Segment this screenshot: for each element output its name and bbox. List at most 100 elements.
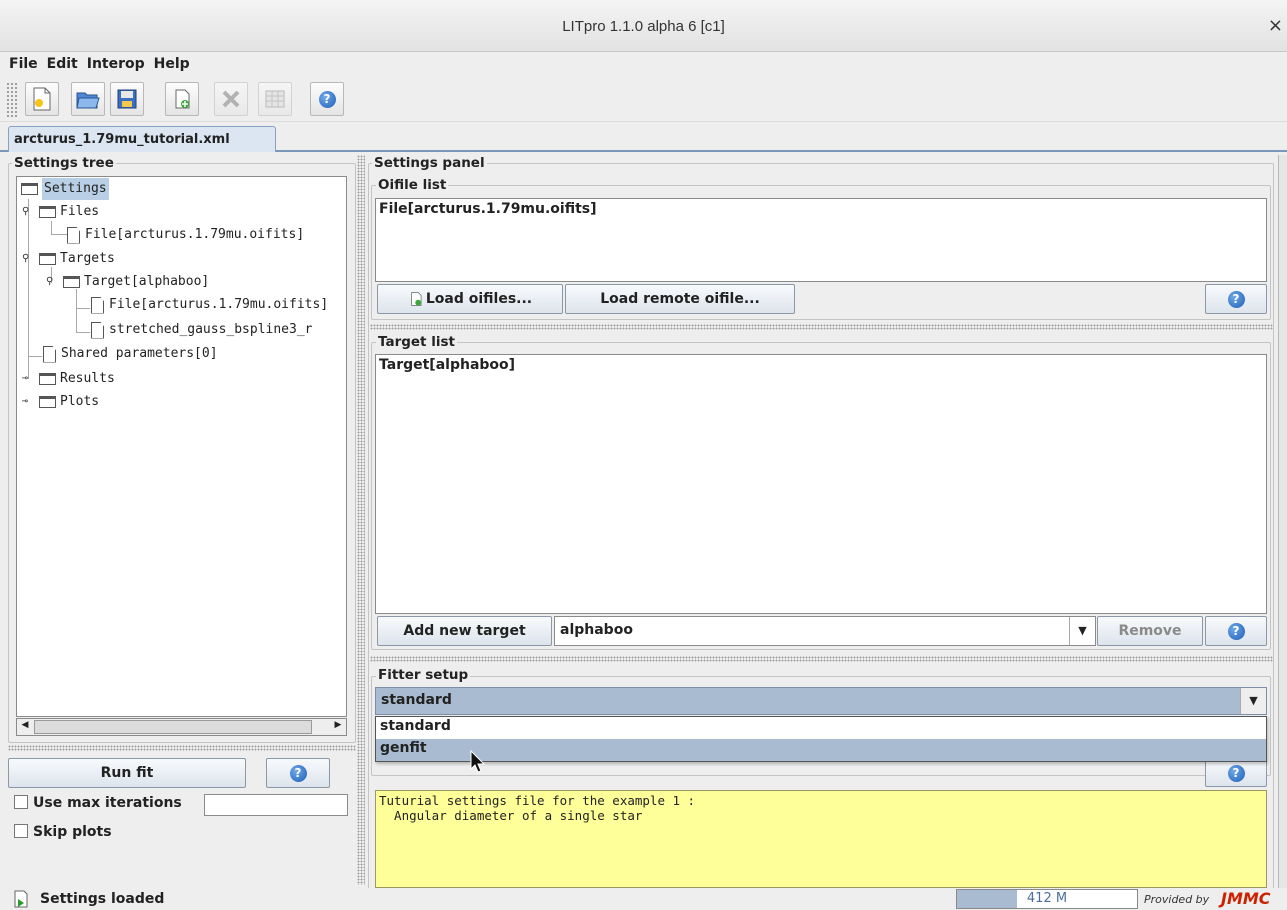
tree-label-model: stretched_gauss_bspline3_r: [109, 322, 313, 337]
menu-edit[interactable]: Edit: [43, 52, 83, 72]
use-max-iterations-row: Use max iterations: [14, 795, 182, 811]
window-titlebar: LITpro 1.1.0 alpha 6 [c1] ×: [0, 0, 1287, 52]
save-icon: [117, 89, 137, 109]
collapsed-handle-icon[interactable]: ⊸: [22, 374, 28, 384]
scroll-thumb[interactable]: [34, 720, 312, 734]
expanded-handle-icon[interactable]: ⚲: [22, 254, 29, 264]
folder-icon: [63, 276, 80, 288]
use-max-iterations-label: Use max iterations: [33, 795, 182, 811]
run-fit-help-button[interactable]: ?: [266, 758, 330, 788]
oifile-list[interactable]: File[arcturus.1.79mu.oifits]: [375, 198, 1267, 282]
memory-value: 412 M: [1026, 891, 1068, 906]
jmmc-logo[interactable]: JMMC: [1221, 889, 1271, 908]
load-oifiles-label: Load oifiles...: [425, 291, 533, 307]
fitter-help-button[interactable]: ?: [1205, 759, 1267, 787]
document-tab-strip: arcturus_1.79mu_tutorial.xml: [0, 122, 1287, 152]
tree-node-targets[interactable]: Targets: [39, 248, 115, 270]
tree-node-plots[interactable]: Plots: [39, 391, 99, 413]
run-fit-button[interactable]: Run fit: [8, 758, 246, 788]
splitter[interactable]: [8, 745, 356, 751]
folder-icon: [39, 253, 56, 265]
save-button[interactable]: [110, 82, 144, 116]
tree-label-shared: Shared parameters[0]: [61, 346, 218, 361]
scroll-left-icon[interactable]: ◀: [18, 720, 32, 734]
target-list-item[interactable]: Target[alphaboo]: [379, 357, 1263, 373]
add-new-target-button[interactable]: Add new target: [377, 616, 552, 646]
target-list[interactable]: Target[alphaboo]: [375, 354, 1267, 614]
tab-document[interactable]: arcturus_1.79mu_tutorial.xml: [8, 126, 276, 152]
scroll-right-icon[interactable]: ▶: [331, 720, 345, 734]
document-icon: [67, 226, 80, 244]
settings-tree-title: Settings tree: [12, 155, 116, 171]
status-message: Settings loaded: [40, 891, 165, 907]
folder-icon: [39, 373, 56, 385]
memory-bar[interactable]: 412 M: [956, 889, 1138, 909]
delete-button[interactable]: [214, 82, 248, 116]
tree-label-settings: Settings: [42, 178, 109, 200]
status-log-icon[interactable]: [12, 890, 30, 908]
fitter-combo[interactable]: standard ▼: [375, 687, 1267, 715]
window-title: LITpro 1.1.0 alpha 6 [c1]: [562, 18, 725, 35]
load-oifiles-button[interactable]: Load oifiles...: [377, 284, 563, 314]
settings-tree[interactable]: Settings ⚲ Files File[arcturus.1.79mu.oi…: [16, 176, 347, 717]
menu-file[interactable]: File: [0, 52, 43, 72]
skip-plots-checkbox[interactable]: [14, 824, 28, 838]
tree-node-results[interactable]: Results: [39, 368, 115, 390]
tree-node-settings[interactable]: Settings: [21, 178, 109, 200]
open-folder-icon: [76, 92, 100, 109]
splitter[interactable]: [370, 324, 1273, 330]
collapsed-handle-icon[interactable]: ⊸: [22, 397, 28, 407]
menu-interop[interactable]: Interop: [83, 52, 150, 72]
help-icon: ?: [1227, 622, 1245, 640]
tree-label-file: File[arcturus.1.79mu.oifits]: [85, 227, 305, 242]
tree-label-target: Target[alphaboo]: [84, 274, 210, 289]
target-combo-value: alphaboo: [560, 622, 633, 638]
fitter-option-genfit[interactable]: genfit: [376, 739, 1266, 761]
fitter-option-standard[interactable]: standard: [376, 717, 1266, 739]
chevron-down-icon[interactable]: ▼: [1069, 617, 1095, 645]
tree-node-file[interactable]: File[arcturus.1.79mu.oifits]: [67, 224, 304, 246]
provided-by-label: Provided by: [1144, 893, 1210, 906]
toolbar-grip[interactable]: [6, 82, 18, 118]
menu-help[interactable]: Help: [150, 52, 195, 72]
chevron-down-icon[interactable]: ▼: [1240, 688, 1266, 714]
open-button[interactable]: [71, 82, 105, 116]
new-file-icon: [33, 87, 51, 111]
vertical-splitter[interactable]: [357, 155, 365, 885]
expanded-handle-icon[interactable]: ⚲: [22, 207, 29, 217]
skip-plots-label: Skip plots: [33, 824, 112, 840]
tree-horizontal-scrollbar[interactable]: ◀ ▶: [16, 718, 347, 736]
folder-icon: [39, 206, 56, 218]
add-oifile-button[interactable]: [165, 82, 199, 116]
tree-node-shared-parameters[interactable]: Shared parameters[0]: [43, 343, 218, 365]
load-remote-oifile-button[interactable]: Load remote oifile...: [565, 284, 795, 314]
tree-node-model[interactable]: stretched_gauss_bspline3_r: [91, 319, 313, 341]
settings-panel-title: Settings panel: [372, 155, 487, 171]
close-icon[interactable]: ×: [1268, 15, 1283, 36]
target-help-button[interactable]: ?: [1205, 616, 1267, 646]
document-icon: [43, 345, 56, 363]
fitter-dropdown-list[interactable]: standard genfit: [375, 716, 1267, 762]
menu-bar: File Edit Interop Help: [0, 52, 1287, 78]
document-icon: [91, 321, 104, 339]
new-file-button[interactable]: [25, 82, 59, 116]
tree-node-target[interactable]: Target[alphaboo]: [63, 271, 209, 293]
delete-icon: [222, 90, 240, 108]
oifile-help-button[interactable]: ?: [1205, 284, 1267, 314]
splitter[interactable]: [370, 656, 1273, 662]
max-iterations-field[interactable]: [204, 794, 348, 816]
table-button[interactable]: [258, 82, 292, 116]
use-max-iterations-checkbox[interactable]: [14, 795, 28, 809]
tree-node-files[interactable]: Files: [39, 201, 99, 223]
tree-label-targets: Targets: [60, 251, 115, 266]
tree-node-target-file[interactable]: File[arcturus.1.79mu.oifits]: [91, 294, 328, 316]
target-combo[interactable]: alphaboo ▼: [554, 616, 1096, 646]
right-scrollbar[interactable]: [1278, 155, 1287, 888]
tree-label-target-file: File[arcturus.1.79mu.oifits]: [109, 297, 329, 312]
description-text[interactable]: Tuturial settings file for the example 1…: [375, 790, 1267, 888]
oifile-list-item[interactable]: File[arcturus.1.79mu.oifits]: [379, 201, 1263, 217]
tree-label-plots: Plots: [60, 394, 100, 409]
expanded-handle-icon[interactable]: ⚲: [46, 277, 53, 287]
help-button[interactable]: ?: [310, 82, 344, 116]
remove-target-button[interactable]: Remove: [1097, 616, 1203, 646]
